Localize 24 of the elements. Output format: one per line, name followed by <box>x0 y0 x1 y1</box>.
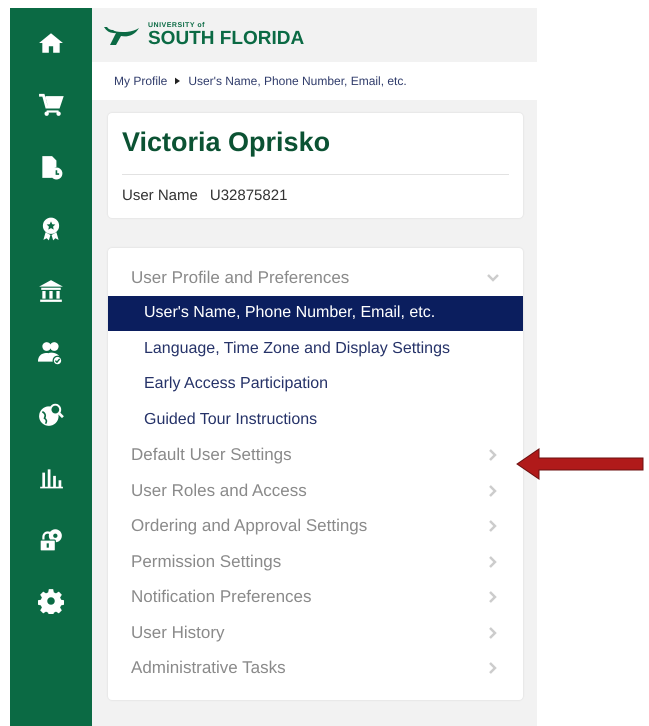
settings-icon[interactable] <box>38 588 64 614</box>
triangle-icon <box>175 77 180 85</box>
breadcrumb-link[interactable]: My Profile <box>114 74 168 88</box>
menu-section[interactable]: User History <box>108 615 523 650</box>
cart-icon[interactable] <box>38 92 64 118</box>
menu-section[interactable]: Permission Settings <box>108 544 523 580</box>
users-icon[interactable] <box>38 340 64 366</box>
menu-section[interactable]: User Roles and Access <box>108 473 523 508</box>
field-label: User Name <box>122 187 198 204</box>
globe-search-icon[interactable] <box>38 402 64 428</box>
bank-icon[interactable] <box>38 278 64 304</box>
menu-item[interactable]: Language, Time Zone and Display Settings <box>108 331 523 366</box>
menu-section[interactable]: Ordering and Approval Settings <box>108 508 523 544</box>
logo-title: SOUTH FLORIDA <box>148 29 304 48</box>
menu-section[interactable]: Administrative Tasks <box>108 650 523 686</box>
menu-item[interactable]: Guided Tour Instructions <box>108 402 523 438</box>
menu-item[interactable]: Early Access Participation <box>108 366 523 402</box>
profile-name: Victoria Oprisko <box>122 127 509 175</box>
menu-section[interactable]: Default User Settings <box>108 438 523 473</box>
menu-section[interactable]: Notification Preferences <box>108 580 523 615</box>
field-value: U32875821 <box>210 187 288 204</box>
breadcrumb-link[interactable]: User's Name, Phone Number, Email, etc. <box>188 74 407 88</box>
menu-item[interactable]: User's Name, Phone Number, Email, etc. <box>108 296 523 331</box>
menu-section[interactable]: User Profile and Preferences <box>108 260 523 296</box>
